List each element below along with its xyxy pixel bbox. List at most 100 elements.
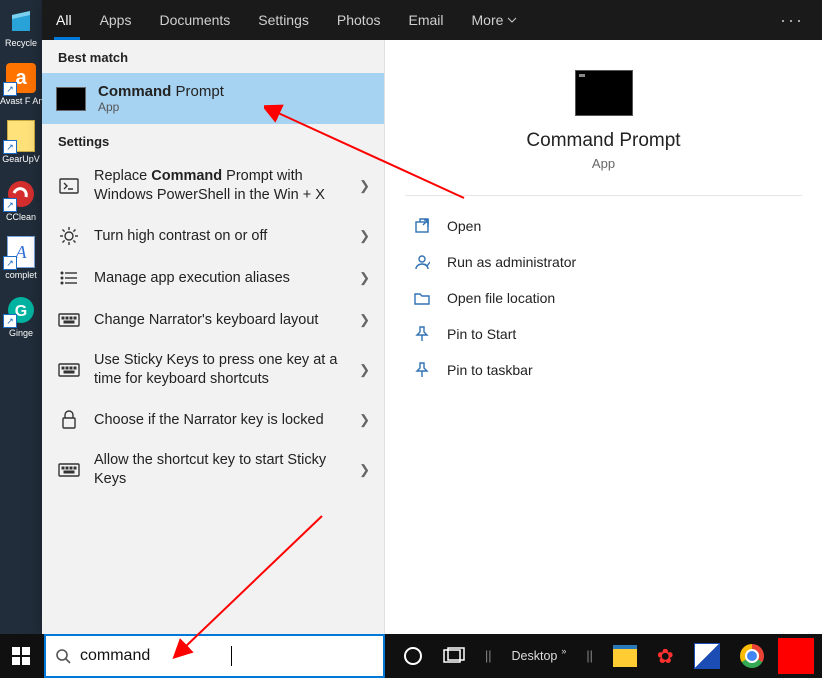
pin-icon xyxy=(413,325,431,343)
preview-thumb-icon xyxy=(575,70,633,116)
chevron-right-icon: ❯ xyxy=(359,178,370,194)
chevron-right-icon: ❯ xyxy=(359,412,370,428)
more-options-button[interactable]: ··· xyxy=(780,10,822,31)
settings-result-label: Turn high contrast on or off xyxy=(94,227,351,246)
chevron-right-icon: ❯ xyxy=(359,228,370,244)
settings-result-label: Use Sticky Keys to press one key at a ti… xyxy=(94,351,351,389)
search-tabs: AllAppsDocumentsSettingsPhotosEmailMore ·… xyxy=(42,0,822,40)
best-match-command-prompt[interactable]: Command Prompt App xyxy=(42,73,384,124)
search-icon xyxy=(46,648,80,664)
action-label: Open file location xyxy=(447,290,555,306)
lock-icon xyxy=(58,409,80,431)
program-icon: A↗ xyxy=(5,236,37,268)
cortana-icon xyxy=(403,646,423,666)
settings-result-0[interactable]: Replace Command Prompt with Windows Powe… xyxy=(42,157,384,215)
ps-icon xyxy=(58,175,80,197)
kbd-icon xyxy=(58,459,80,481)
tab-documents[interactable]: Documents xyxy=(145,0,244,40)
tab-settings[interactable]: Settings xyxy=(244,0,323,40)
settings-result-3[interactable]: Change Narrator's keyboard layout ❯ xyxy=(42,299,384,341)
best-match-subtitle: App xyxy=(98,100,224,114)
tab-apps[interactable]: Apps xyxy=(86,0,146,40)
desktop-icon-avast f[interactable]: a↗Avast F Antivir xyxy=(4,62,38,106)
settings-result-label: Choose if the Narrator key is locked xyxy=(94,411,351,430)
desktop-icon-ginge[interactable]: G↗Ginge xyxy=(4,294,38,338)
task-view-icon xyxy=(443,647,465,665)
action-open-file-location[interactable]: Open file location xyxy=(395,280,812,316)
action-open[interactable]: Open xyxy=(395,208,812,244)
kbd-icon xyxy=(58,309,80,331)
cortana-button[interactable] xyxy=(393,634,433,678)
taskbar-app-3[interactable] xyxy=(684,634,730,678)
chevron-right-icon: ❯ xyxy=(359,312,370,328)
desktop-icon-label: CClean xyxy=(0,212,42,222)
taskbar-app-red[interactable] xyxy=(778,638,814,674)
open-icon xyxy=(413,217,431,235)
search-box[interactable] xyxy=(44,634,385,678)
desktop-icon-label: Avast F Antivir xyxy=(0,96,42,106)
preview-title: Command Prompt xyxy=(526,130,680,152)
desktop-icon-gearupv[interactable]: ↗GearUpV xyxy=(4,120,38,164)
desktop-icon-complet[interactable]: A↗complet xyxy=(4,236,38,280)
settings-result-label: Manage app execution aliases xyxy=(94,269,351,288)
tab-photos[interactable]: Photos xyxy=(323,0,395,40)
tab-email[interactable]: Email xyxy=(394,0,457,40)
start-button[interactable] xyxy=(0,634,42,678)
desktop-icon-cclean[interactable]: ↗CClean xyxy=(4,178,38,222)
settings-result-5[interactable]: Choose if the Narrator key is locked ❯ xyxy=(42,399,384,441)
list-icon xyxy=(58,267,80,289)
program-icon: ↗ xyxy=(5,120,37,152)
action-pin-to-taskbar[interactable]: Pin to taskbar xyxy=(395,352,812,388)
taskbar-app-chrome[interactable] xyxy=(730,634,774,678)
preview-panel: Command Prompt App Open Run as administra… xyxy=(385,40,822,634)
tab-more[interactable]: More xyxy=(458,0,532,40)
text-caret xyxy=(231,646,232,666)
desktop-icon-recycle[interactable]: Recycle xyxy=(4,4,38,48)
desktop-icon-label: complet xyxy=(0,270,42,280)
chevron-right-icon: ❯ xyxy=(359,462,370,478)
settings-header: Settings xyxy=(42,124,384,157)
file-explorer-icon xyxy=(613,645,637,667)
best-match-header: Best match xyxy=(42,40,384,73)
taskbar-app-explorer[interactable] xyxy=(603,634,647,678)
pin-icon xyxy=(413,361,431,379)
search-input[interactable] xyxy=(80,647,231,665)
program-icon: G↗ xyxy=(5,294,37,326)
desktop-icon-label: Recycle xyxy=(0,38,42,48)
settings-result-4[interactable]: Use Sticky Keys to press one key at a ti… xyxy=(42,341,384,399)
folder-icon xyxy=(413,289,431,307)
tab-all[interactable]: All xyxy=(42,0,86,40)
cmd-thumb-icon xyxy=(56,87,86,111)
chevron-right-icon: ❯ xyxy=(359,362,370,378)
action-label: Run as administrator xyxy=(447,254,576,270)
sun-icon xyxy=(58,225,80,247)
desktop: Recyclea↗Avast F Antivir↗GearUpV↗CCleanA… xyxy=(0,0,42,638)
kbd-icon xyxy=(58,359,80,381)
action-label: Pin to Start xyxy=(447,326,516,342)
admin-icon xyxy=(413,253,431,271)
action-run-as-administrator[interactable]: Run as administrator xyxy=(395,244,812,280)
preview-subtitle: App xyxy=(592,156,615,171)
taskbar-desktop-label[interactable]: Desktop» xyxy=(502,634,577,678)
chevron-down-icon xyxy=(507,17,517,23)
chrome-icon xyxy=(740,644,764,668)
chevron-right-icon: ❯ xyxy=(359,270,370,286)
settings-result-label: Change Narrator's keyboard layout xyxy=(94,311,351,330)
search-flyout: AllAppsDocumentsSettingsPhotosEmailMore·… xyxy=(42,0,822,634)
taskbar: || Desktop» || ✿ xyxy=(0,634,822,678)
app-icon xyxy=(694,643,720,669)
settings-result-label: Allow the shortcut key to start Sticky K… xyxy=(94,451,351,489)
settings-result-2[interactable]: Manage app execution aliases ❯ xyxy=(42,257,384,299)
best-match-title: Command Prompt xyxy=(98,83,224,100)
task-view-button[interactable] xyxy=(433,634,475,678)
taskbar-app-huawei[interactable]: ✿ xyxy=(647,634,684,678)
huawei-icon: ✿ xyxy=(657,644,674,669)
desktop-icon-label: Ginge xyxy=(0,328,42,338)
desktop-icon-label: GearUpV xyxy=(0,154,42,164)
action-label: Open xyxy=(447,218,481,234)
settings-result-label: Replace Command Prompt with Windows Powe… xyxy=(94,167,351,205)
action-label: Pin to taskbar xyxy=(447,362,533,378)
action-pin-to-start[interactable]: Pin to Start xyxy=(395,316,812,352)
settings-result-6[interactable]: Allow the shortcut key to start Sticky K… xyxy=(42,441,384,499)
settings-result-1[interactable]: Turn high contrast on or off ❯ xyxy=(42,215,384,257)
